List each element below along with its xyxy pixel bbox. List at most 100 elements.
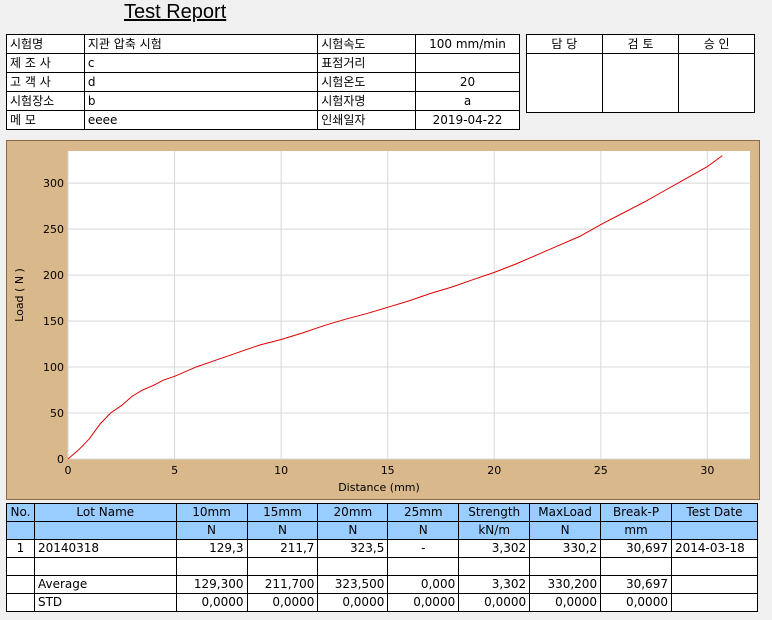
table-row-cell [600,557,672,576]
y-axis-label: Load ( N ) [13,268,26,322]
table-row-cell: Average [33,575,177,594]
x-tick-label: 25 [594,464,608,477]
y-tick-label: 0 [57,453,64,466]
table-row-cell: 129,3 [175,539,248,558]
results-unit-row-cell [6,521,35,540]
table-row-cell: 0,0000 [600,593,672,612]
table-row-cell: 30,697 [600,539,672,558]
info-value: 지관 압축 시험 [83,34,319,54]
results-table: No. Lot Name 10mm 15mm 20mm 25mm Strength MaxLo… [6,503,759,612]
x-axis-label: Distance (mm) [338,481,420,494]
info-row: 제 조 사 c 표점거리 [6,53,520,73]
results-unit-row-cell [33,521,177,540]
table-row-cell [670,557,759,576]
table-row-cell [33,557,177,576]
results-unit-row: N N N NkN/m Nmm [6,521,759,540]
approval-sign-review[interactable] [601,53,680,113]
table-row-cell: 0,0000 [529,593,602,612]
y-tick-label: 100 [43,361,64,374]
results-unit-row-cell: mm [600,521,672,540]
info-table: 시험명 지관 압축 시험 시험속도 100 mm/min 제 조 사 c 표점거리 고 객 사… [6,34,520,130]
results-unit-row-cell [670,521,759,540]
info-label: 고 객 사 [6,72,85,92]
info-label: 제 조 사 [6,53,85,73]
info-label: 시험명 [6,34,85,54]
results-unit-row-cell: N [529,521,602,540]
approval-sign-approve[interactable] [678,53,755,113]
chart-panel: 0 5 10 15 20 25 30 0 50 100 150 200 250 300 Distance (… [6,140,760,500]
table-row-cell: 129,300 [175,575,248,594]
info-label: 메 모 [6,110,85,130]
info-value: 100 mm/min [415,34,520,54]
table-row: 1 20140318 129,3 211,7 323,5-3,302 330,2 30,69… [6,539,759,558]
results-header-row-cell: Lot Name [33,503,177,522]
info-label: 표점거리 [317,53,417,73]
info-row: 시험장소 b 시험자명 a [6,91,520,111]
approval-header-review: 검 토 [601,34,680,54]
table-row-cell: 330,200 [529,575,602,594]
results-unit-row-cell: N [246,521,319,540]
table-row-cell: 323,500 [317,575,389,594]
table-row-cell [6,575,35,594]
table-row-cell [670,593,759,612]
y-tick-label: 300 [43,177,64,190]
table-row-cell [246,557,319,576]
info-label: 시험자명 [317,91,417,111]
table-row [6,557,759,576]
table-row-cell [6,557,35,576]
results-header-row: No. Lot Name 10mm 15mm 20mm 25mm Strength MaxLo… [6,503,759,522]
approval-header-approve: 승 인 [678,34,755,54]
table-row-cell: 0,0000 [317,593,389,612]
table-row-cell [387,557,460,576]
table-row-cell: 0,0000 [246,593,319,612]
table-row-cell: 211,700 [246,575,319,594]
table-row-cell [529,557,602,576]
y-tick-label: 250 [43,223,64,236]
approval-header-charge: 담 당 [526,34,603,54]
results-header-row-cell: 25mm [387,503,460,522]
info-row: 메 모 eeee 인쇄일자 2019-04-22 [6,110,520,130]
y-tick-label: 200 [43,269,64,282]
info-label: 시험속도 [317,34,417,54]
x-tick-label: 10 [274,464,288,477]
x-tick-label: 30 [700,464,714,477]
results-unit-row-cell: N [317,521,389,540]
results-unit-row-cell: kN/m [458,521,531,540]
results-header-row-cell: 10mm [175,503,248,522]
info-value: 20 [415,72,520,92]
table-row-cell: 2014-03-18 [670,539,759,558]
results-unit-row-cell: N [175,521,248,540]
info-label: 인쇄일자 [317,110,417,130]
report-title: Test Report [124,1,227,23]
x-tick-label: 20 [487,464,501,477]
info-value [415,53,520,73]
info-label: 시험온도 [317,72,417,92]
table-row-cell: - [387,539,460,558]
y-tick-label: 50 [50,407,64,420]
table-row-cell: 0,0000 [175,593,248,612]
info-value: a [415,91,520,111]
table-row-cell: 0,000 [387,575,460,594]
y-tick-label: 150 [43,315,64,328]
approval-sign-charge[interactable] [526,53,603,113]
table-row-cell: 0,0000 [387,593,460,612]
approval-table: 담 당 검 토 승 인 [526,34,755,113]
results-header-row-cell: Strength [458,503,531,522]
info-value: c [83,53,319,73]
table-row-cell [6,593,35,612]
results-header-row-cell: 20mm [317,503,389,522]
info-label: 시험장소 [6,91,85,111]
table-row-cell: 3,302 [458,539,531,558]
table-row: STD 0,0000 0,0000 0,0000 0,0000 0,0000 0,0000 0… [6,593,759,612]
x-tick-label: 0 [65,464,72,477]
results-header-row-cell: MaxLoad [529,503,602,522]
x-tick-label: 5 [171,464,178,477]
results-unit-row-cell: N [387,521,460,540]
table-row-cell: 0,0000 [458,593,531,612]
info-value: d [83,72,319,92]
results-header-row-cell: 15mm [246,503,319,522]
results-header-row-cell: Test Date [670,503,759,522]
table-row-cell [458,557,531,576]
table-row-cell: 30,697 [600,575,672,594]
results-header-row-cell: Break-P [600,503,672,522]
